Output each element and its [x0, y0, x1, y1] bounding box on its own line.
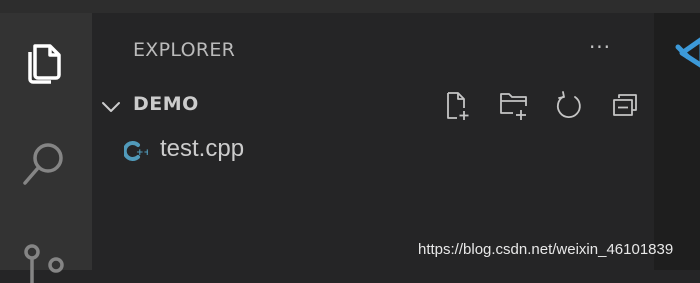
- folder-name: DEMO: [133, 93, 199, 115]
- editor-area: [654, 13, 700, 270]
- chevron-down-icon[interactable]: [100, 95, 122, 121]
- collapse-all-icon[interactable]: [609, 91, 641, 121]
- file-item-test-cpp[interactable]: ++ test.cpp: [92, 135, 654, 167]
- cpp-file-icon: ++: [122, 139, 151, 163]
- title-bar-strip: [0, 0, 700, 13]
- file-name: test.cpp: [160, 135, 245, 162]
- source-control-icon[interactable]: [22, 241, 68, 283]
- refresh-icon[interactable]: [553, 91, 585, 121]
- vscode-logo-icon: [674, 35, 700, 73]
- activity-bar: [0, 13, 92, 283]
- explorer-files-icon[interactable]: [20, 37, 68, 85]
- explorer-title: EXPLORER: [133, 39, 236, 61]
- search-icon[interactable]: [20, 139, 70, 189]
- svg-text:++: ++: [136, 148, 148, 158]
- folder-header-demo[interactable]: DEMO: [92, 91, 654, 121]
- new-file-icon[interactable]: [442, 91, 474, 121]
- explorer-sidebar: EXPLORER ··· DEMO ++ test.cpp: [92, 13, 654, 270]
- more-actions-button[interactable]: ···: [584, 35, 616, 59]
- new-folder-icon[interactable]: [498, 91, 530, 121]
- watermark-text: https://blog.csdn.net/weixin_46101839: [418, 241, 674, 258]
